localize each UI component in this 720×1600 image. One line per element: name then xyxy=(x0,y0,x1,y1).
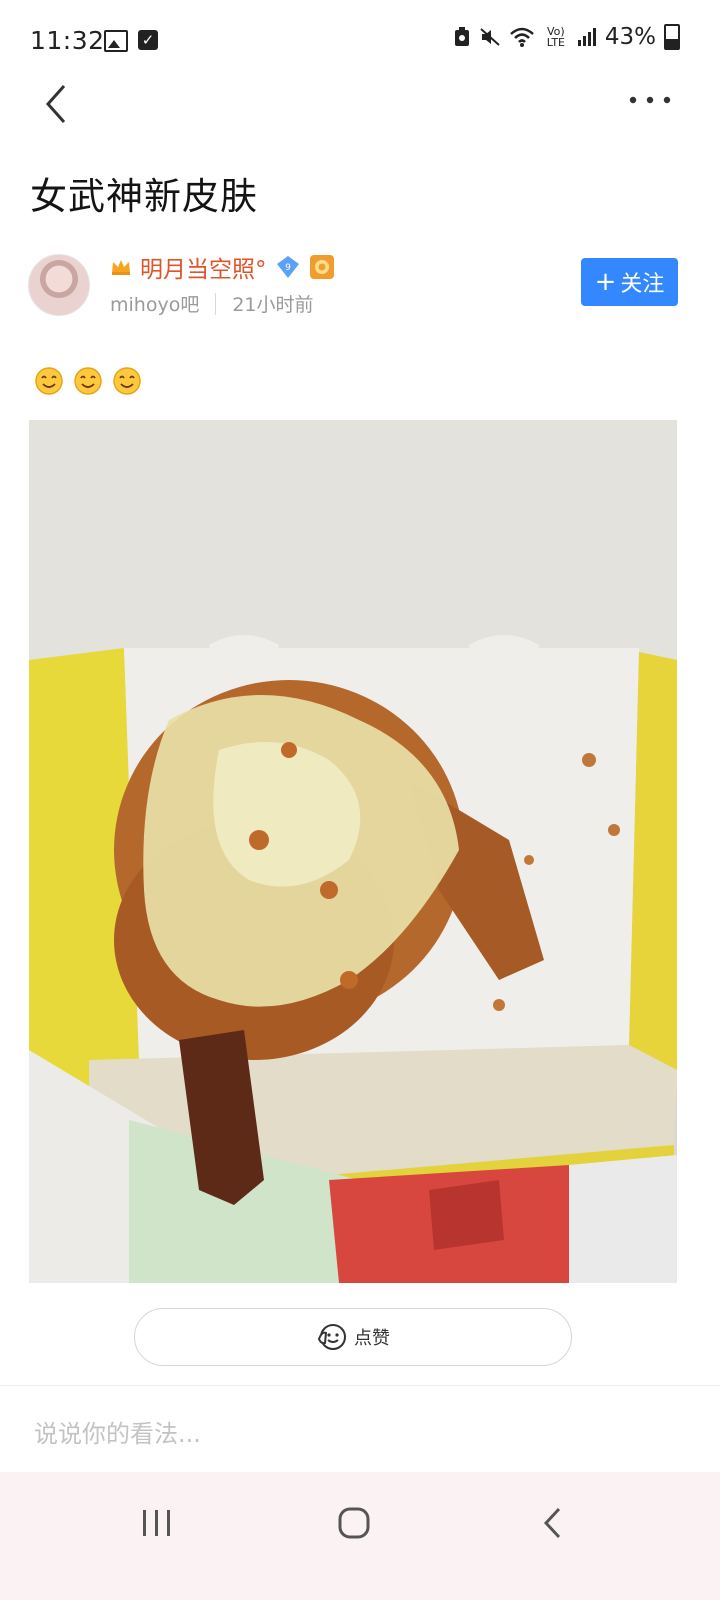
status-left-icons: ✓ xyxy=(104,30,158,52)
emoji-row xyxy=(34,366,142,396)
post-image[interactable] xyxy=(29,420,677,1283)
status-right-icons: Vo) LTE 43% xyxy=(453,24,680,50)
back-icon[interactable] xyxy=(541,1506,565,1540)
follow-label: 关注 xyxy=(620,272,665,297)
like-button[interactable]: 点赞 xyxy=(134,1308,572,1366)
recent-apps-icon[interactable] xyxy=(140,1508,174,1538)
post-time: 21小时前 xyxy=(232,294,314,316)
post-meta: mihoyo吧 21小时前 xyxy=(110,290,314,317)
chevron-left-icon[interactable] xyxy=(40,82,76,126)
plus-icon: + xyxy=(594,267,617,297)
wifi-icon xyxy=(510,27,534,47)
alarm-icon xyxy=(454,27,469,46)
level-badge-icon: 9 xyxy=(276,256,299,278)
gallery-icon xyxy=(104,30,128,52)
post-title: 女武神新皮肤 xyxy=(30,175,258,218)
system-nav-bar xyxy=(0,1472,720,1600)
battery-percent: 43% xyxy=(604,24,656,50)
smile-emoji-icon xyxy=(35,367,63,395)
like-label: 点赞 xyxy=(354,1328,390,1349)
level-number: 9 xyxy=(285,263,291,273)
post-page: 11:32 ✓ Vo) LTE 43% 女武神新皮肤 明月当空照° 9 miho… xyxy=(0,0,720,1600)
crown-icon xyxy=(112,260,130,275)
author-name[interactable]: 明月当空照° xyxy=(140,250,267,284)
network-label: Vo) LTE xyxy=(546,25,566,49)
medal-icon xyxy=(309,255,334,279)
signal-icon xyxy=(577,28,596,46)
smile-emoji-icon xyxy=(113,367,141,395)
like-face-icon xyxy=(317,1324,346,1350)
check-box-icon: ✓ xyxy=(138,30,158,50)
forum-name[interactable]: mihoyo吧 xyxy=(110,290,199,317)
divider xyxy=(0,1385,720,1386)
home-icon[interactable] xyxy=(337,1506,371,1540)
status-bar: 11:32 ✓ Vo) LTE 43% xyxy=(0,0,720,80)
follow-button[interactable]: + 关注 xyxy=(581,258,678,306)
mute-icon xyxy=(480,28,500,46)
smile-emoji-icon xyxy=(74,367,102,395)
author-line: 明月当空照° 9 xyxy=(110,250,335,284)
status-time: 11:32 xyxy=(30,26,105,55)
more-dots-icon[interactable] xyxy=(628,90,672,110)
meta-divider xyxy=(215,292,217,315)
avatar[interactable] xyxy=(28,254,90,316)
comment-input[interactable] xyxy=(34,1412,674,1456)
battery-icon xyxy=(664,24,680,50)
